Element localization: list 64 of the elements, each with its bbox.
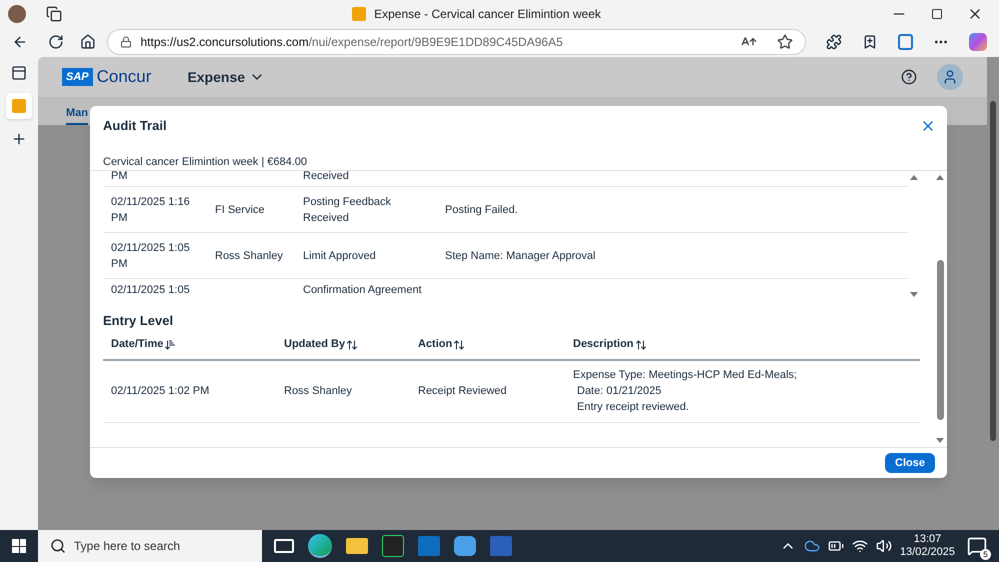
new-tab-icon[interactable] (11, 131, 27, 147)
cloud-icon[interactable] (804, 538, 820, 554)
table-cell-text: Limit Approved (303, 248, 377, 264)
table-cell-line: Expense Type: Meetings-HCP Med Ed-Meals; (573, 368, 798, 383)
sort-descending-icon[interactable] (164, 338, 176, 350)
table-cell: Step Name: Manager Approval (445, 250, 596, 262)
table-cell-text: 02/11/2025 1:05 PM (111, 240, 191, 272)
close-button[interactable]: Close (885, 453, 935, 473)
table-cell-line: Date: 01/21/2025 (576, 384, 662, 399)
table-cell-text: Posting Feedback Received (303, 194, 392, 226)
copilot-icon[interactable] (969, 33, 988, 51)
profile-avatar[interactable] (8, 4, 26, 22)
sort-icon[interactable] (346, 338, 358, 350)
clock[interactable]: 13:07 13/02/2025 (900, 533, 955, 559)
sap-concur-logo[interactable]: SAP Concur (62, 64, 152, 90)
favorite-star-icon[interactable] (776, 34, 793, 50)
refresh-icon[interactable] (48, 34, 64, 50)
table-cell: FI Service (215, 204, 265, 216)
table-cell-text: 02/11/2025 1:05 (111, 283, 191, 298)
taskbar-search-field[interactable]: Type here to search (38, 530, 262, 562)
notification-count: 5 (980, 549, 991, 560)
table-cell-text: Confirmation Agreement (303, 283, 423, 298)
home-icon[interactable] (80, 34, 96, 50)
table-cell: Ross Shanley (284, 384, 352, 397)
url-text: https://us2.concursolutions.com/nui/expense/report/9B9E9E1DD89C45DA96A5 (140, 34, 563, 51)
table-cell-line: Entry receipt reviewed. (576, 400, 690, 415)
table-cell: Ross Shanley (215, 250, 283, 262)
concur-favicon (12, 99, 26, 113)
restore-icon[interactable] (931, 8, 943, 20)
workspaces-icon[interactable] (46, 6, 62, 22)
sort-icon[interactable] (453, 338, 466, 350)
volume-icon[interactable] (876, 538, 892, 554)
network-icon[interactable] (852, 538, 868, 554)
column-header[interactable]: Date/Time (111, 336, 176, 353)
dialog-title: Audit Trail (103, 117, 167, 135)
column-header[interactable]: Updated By (284, 336, 358, 353)
tab-actions-icon[interactable] (11, 65, 27, 81)
extensions-icon[interactable] (826, 34, 842, 50)
table-cell: Receipt Reviewed (418, 384, 507, 397)
back-icon[interactable] (12, 34, 28, 50)
table-cell: 02/11/2025 1:02 PM (111, 384, 210, 397)
app-taskbar-icon[interactable] (382, 535, 404, 557)
section-title: Entry Level (103, 312, 174, 330)
user-avatar[interactable] (937, 64, 963, 90)
column-header[interactable]: Description (573, 336, 647, 353)
sort-icon[interactable] (634, 338, 647, 350)
module-menu[interactable]: Expense (187, 66, 266, 88)
task-view-icon[interactable] (274, 539, 294, 553)
table-cell: Posting Failed. (445, 204, 518, 216)
column-header[interactable]: Action (418, 336, 466, 353)
lock-icon (120, 36, 132, 48)
favorites-icon[interactable] (862, 34, 878, 50)
table-cell-text: 02/11/2025 1:16 PM (111, 194, 191, 226)
concur-favicon (352, 6, 366, 20)
tab-title[interactable]: Expense - Cervical cancer Elimintion week (374, 4, 601, 22)
app-taskbar-icon[interactable] (454, 536, 476, 556)
browser-taskbar-icon[interactable] (308, 534, 332, 558)
table-cell-text: PM (111, 171, 128, 184)
table-cell-text: Received (303, 171, 350, 184)
search-icon (50, 538, 66, 554)
address-bar[interactable]: https://us2.concursolutions.com/nui/expense/report/9B9E9E1DD89C45DA96A5 (107, 29, 806, 55)
help-icon[interactable] (901, 69, 917, 85)
edge-collections-icon[interactable] (898, 34, 914, 50)
dialog-subtitle: Cervical cancer Elimintion week | €684.00 (103, 154, 308, 170)
